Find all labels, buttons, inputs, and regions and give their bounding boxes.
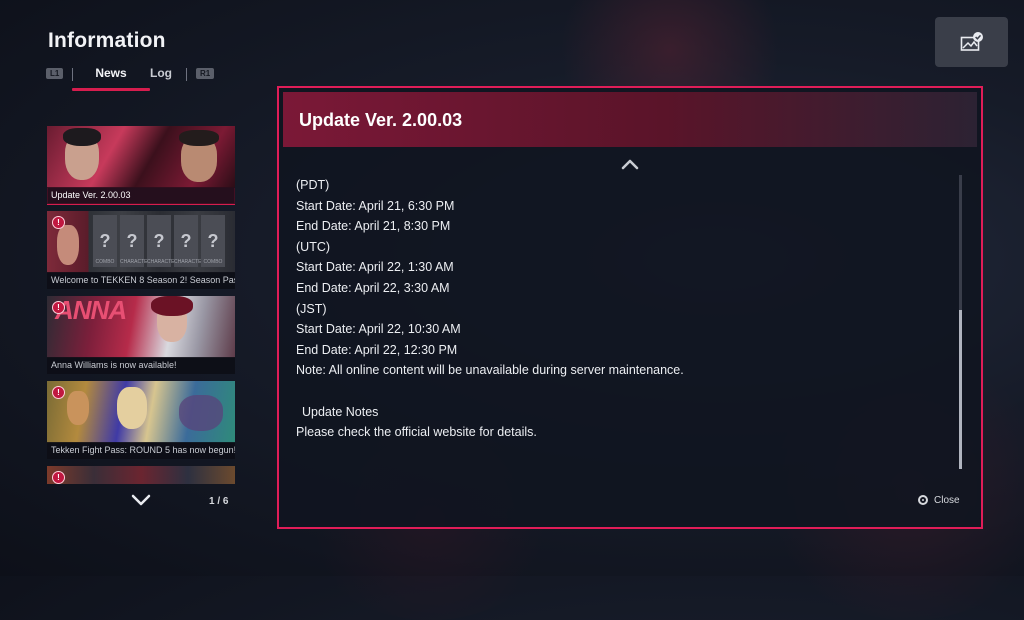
- detail-line: (UTC): [296, 239, 331, 254]
- news-thumbnail: [47, 126, 235, 188]
- news-thumbnail: ? COMBO ? CHARACTER ? CHARACTER ? CHARACTER …: [47, 211, 235, 273]
- news-item-next[interactable]: !: [47, 466, 235, 484]
- chevron-down-icon[interactable]: [129, 492, 153, 508]
- detail-body: (PDT) Start Date: April 21, 6:30 PM End …: [296, 175, 946, 443]
- detail-line: [296, 381, 946, 402]
- detail-line: (PDT): [296, 178, 330, 192]
- anna-logo-text: ANNA: [55, 296, 127, 325]
- tab-bar: L1 News Log R1: [46, 64, 236, 92]
- tab-news[interactable]: News: [72, 66, 150, 91]
- detail-section-heading: Update Notes: [302, 404, 379, 419]
- gallery-button[interactable]: [935, 17, 1008, 67]
- detail-scrollbar[interactable]: [959, 175, 962, 469]
- tab-divider: [72, 68, 73, 81]
- news-caption: Welcome to TEKKEN 8 Season 2! Season Pas…: [47, 272, 235, 289]
- new-alert-icon: !: [52, 471, 65, 484]
- detail-line: Start Date: April 22, 1:30 AM: [296, 260, 454, 275]
- chevron-up-icon[interactable]: [620, 157, 640, 171]
- tab-log[interactable]: Log: [150, 66, 172, 80]
- tab-divider: [186, 68, 187, 81]
- news-item-season-2[interactable]: ? COMBO ? CHARACTER ? CHARACTER ? CHARACTER …: [47, 211, 235, 289]
- detail-header: Update Ver. 2.00.03: [283, 92, 977, 147]
- new-alert-icon: !: [52, 301, 65, 314]
- news-caption: Anna Williams is now available!: [47, 357, 235, 374]
- page-title: Information: [48, 29, 166, 52]
- detail-line: Note: All online content will be unavail…: [296, 363, 684, 378]
- new-alert-icon: !: [52, 216, 65, 229]
- detail-line: Please check the official website for de…: [296, 425, 537, 440]
- detail-line: End Date: April 21, 8:30 PM: [296, 219, 451, 234]
- new-alert-icon: !: [52, 386, 65, 399]
- close-button[interactable]: Close: [918, 492, 960, 508]
- detail-line: (JST): [296, 301, 327, 316]
- circle-button-icon: [918, 495, 928, 505]
- detail-scrollbar-thumb[interactable]: [959, 310, 962, 469]
- news-caption: Update Ver. 2.00.03: [47, 187, 235, 204]
- detail-line: End Date: April 22, 3:30 AM: [296, 280, 450, 295]
- detail-line: Start Date: April 22, 10:30 AM: [296, 322, 461, 337]
- news-thumbnail: !: [47, 381, 235, 443]
- page-counter: 1 / 6: [209, 496, 229, 507]
- gallery-check-icon: [960, 32, 983, 51]
- close-label: Close: [934, 494, 960, 506]
- news-item-anna[interactable]: ANNA ! Anna Williams is now available!: [47, 296, 235, 374]
- news-thumbnail: !: [47, 466, 235, 484]
- detail-line: Start Date: April 21, 6:30 PM: [296, 198, 455, 213]
- news-item-fight-pass[interactable]: ! Tekken Fight Pass: ROUND 5 has now beg…: [47, 381, 235, 459]
- detail-line: End Date: April 22, 12:30 PM: [296, 342, 458, 357]
- news-caption: Tekken Fight Pass: ROUND 5 has now begun…: [47, 442, 235, 459]
- detail-title: Update Ver. 2.00.03: [299, 110, 463, 130]
- news-item-update[interactable]: Update Ver. 2.00.03: [47, 126, 235, 205]
- news-thumbnail: ANNA !: [47, 296, 235, 358]
- news-detail-panel: Update Ver. 2.00.03 (PDT) Start Date: Ap…: [277, 86, 983, 529]
- l1-button-hint[interactable]: L1: [46, 68, 64, 79]
- r1-button-hint[interactable]: R1: [196, 68, 215, 79]
- news-list: Update Ver. 2.00.03 ? COMBO ? CHARACTER ? C…: [47, 126, 235, 488]
